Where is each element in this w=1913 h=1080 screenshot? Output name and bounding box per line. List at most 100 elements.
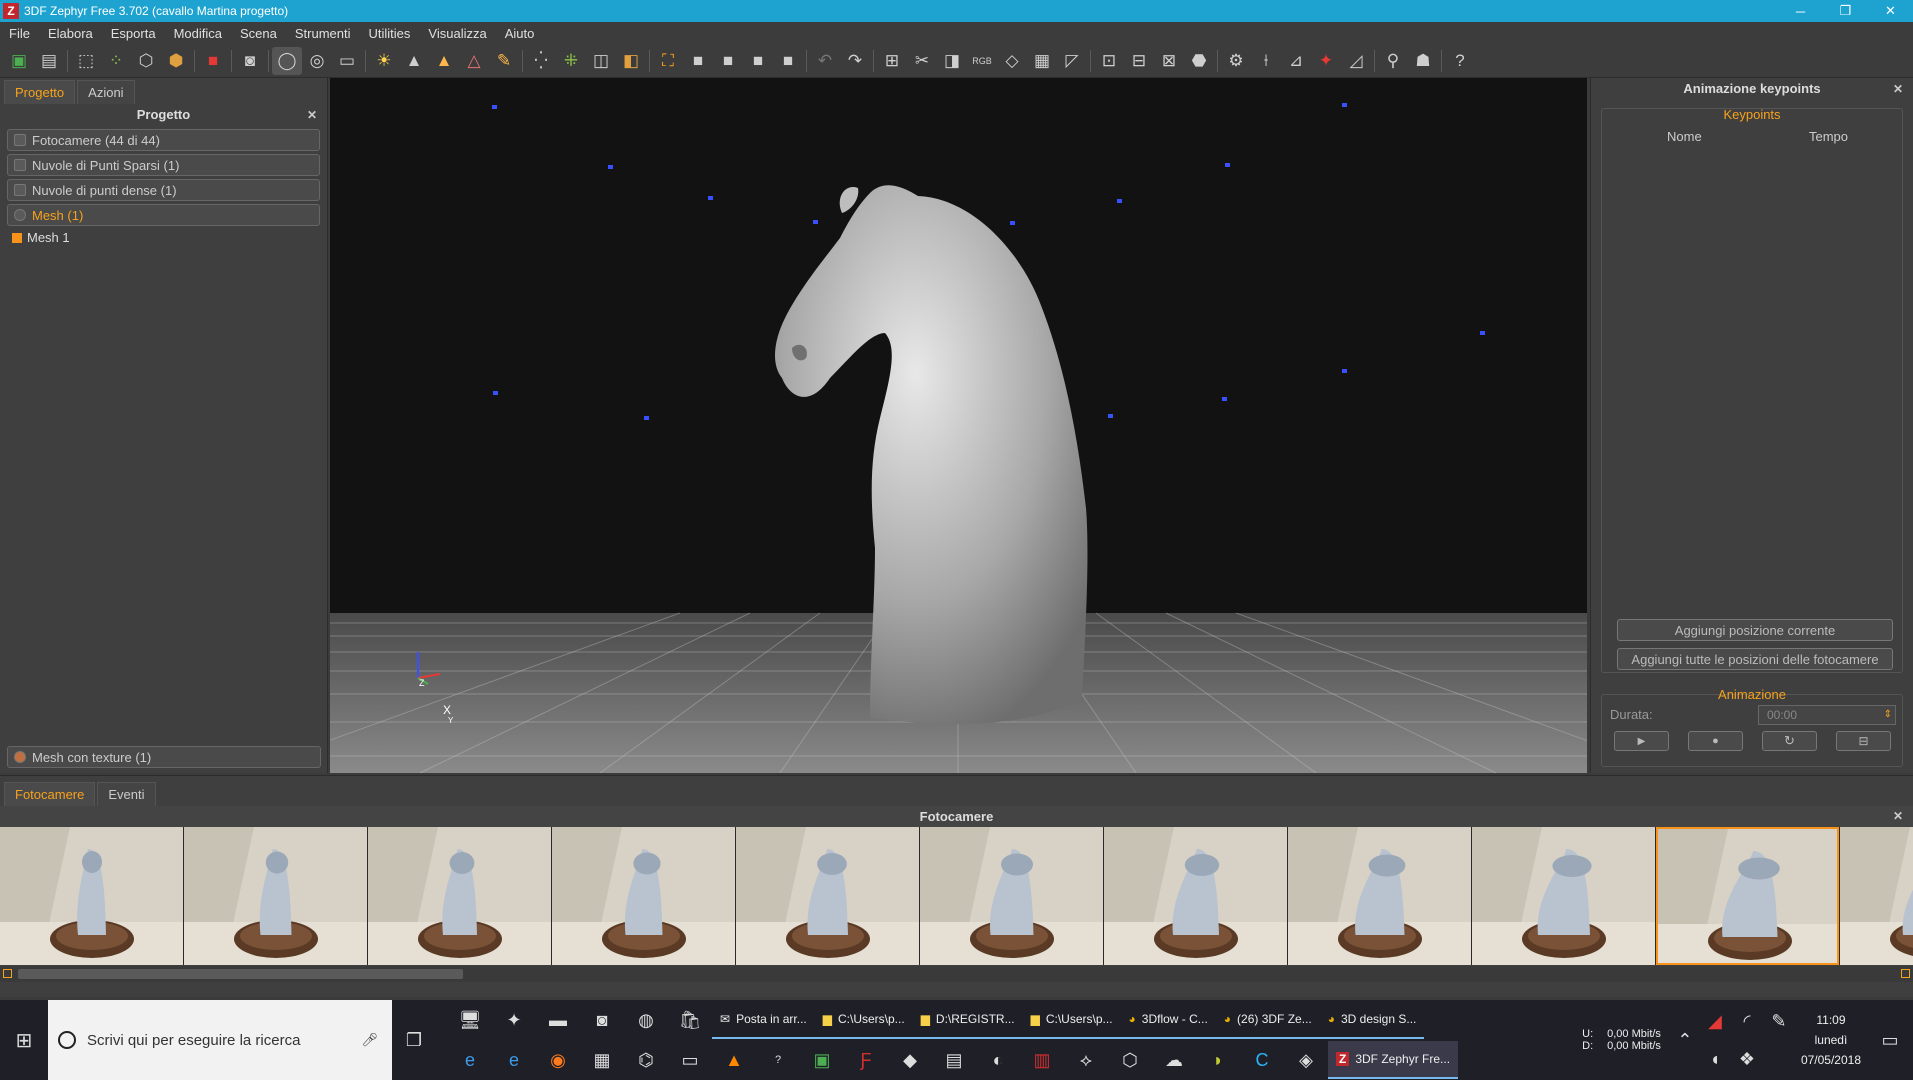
tab-azioni[interactable]: Azioni [77,80,135,104]
redo-icon[interactable]: ↷ [840,47,870,75]
taskbar-app-folder-2[interactable]: ▆ D:\REGISTR... [912,1001,1023,1039]
terminal-icon[interactable]: ▭ [668,1041,712,1079]
scroll-left-icon[interactable] [3,969,12,978]
record-button[interactable]: ● [1688,731,1743,751]
camera-icon[interactable]: ◙ [235,47,265,75]
camera-thumbnail[interactable] [1840,827,1913,965]
taskbar-app-chrome-3[interactable]: ◕ 3D design S... [1319,1001,1425,1039]
obs-icon[interactable]: ◐ [976,1041,1020,1079]
usb-app-icon[interactable]: ▬ [536,1001,580,1039]
tree-sparse-clouds[interactable]: Nuvole di Punti Sparsi (1) [7,154,320,176]
mesh-icon[interactable]: ▲ [399,47,429,75]
chevron-up-icon[interactable]: ⌃ [1671,1021,1699,1059]
menu-scena[interactable]: Scena [231,26,286,41]
spin-icon[interactable]: ⇕ [1884,706,1892,724]
tool-app-icon[interactable]: ✦ [492,1001,536,1039]
volume-icon[interactable]: ◖ [1699,1040,1731,1078]
dense-icon[interactable]: ⁜ [556,47,586,75]
save-icon[interactable]: ▤ [34,47,64,75]
tool13-icon[interactable]: ✦ [1311,47,1341,75]
tool2-icon[interactable]: ✂ [907,47,937,75]
box-icon[interactable]: ◫ [586,47,616,75]
acrobat-tray-icon[interactable]: ◢ [1699,1002,1731,1040]
taskbar-app-folder-1[interactable]: ▆ C:\Users\p... [814,1001,913,1039]
close-icon[interactable]: ✕ [1893,806,1903,827]
play-button[interactable]: ▶ [1614,731,1669,751]
taskbar-app-chrome-2[interactable]: ◕ (26) 3DF Ze... [1215,1001,1320,1039]
3d-viewport[interactable]: Z X Y [330,78,1587,773]
dropbox-icon[interactable]: ❖ [1731,1040,1763,1078]
camera-app-icon[interactable]: ◙ [580,1001,624,1039]
unknown-app-icon[interactable]: ? [756,1041,800,1079]
tool9-icon[interactable]: ⊠ [1154,47,1184,75]
c-app-icon[interactable]: C [1240,1041,1284,1079]
cloud-app-icon[interactable]: ☁ [1152,1041,1196,1079]
clock[interactable]: 11:09 lunedì 07/05/2018 [1801,1010,1861,1070]
camera-thumbnail[interactable] [736,827,919,965]
microphone-icon[interactable]: 🎤︎ [361,1032,378,1048]
taskbar-app-chrome-1[interactable]: ◕ 3Dflow - C... [1120,1001,1216,1039]
points-icon[interactable]: ⁘ [101,47,131,75]
scroll-thumb[interactable] [18,969,463,979]
edge-icon[interactable]: e [492,1041,536,1079]
brush-icon[interactable]: ✎ [489,47,519,75]
firefox-icon[interactable]: ◉ [536,1041,580,1079]
store-app-icon[interactable]: 🛍︎ [668,1001,712,1039]
export-icon[interactable]: ■ [198,47,228,75]
bbox-icon[interactable]: ⛶ [653,47,683,75]
vlc-icon[interactable]: ▲ [712,1041,756,1079]
col-nome[interactable]: Nome [1667,129,1702,144]
thumbnails-scrollbar[interactable] [0,966,1913,982]
mesh-1-item[interactable]: Mesh 1 [12,230,315,245]
satellite-icon[interactable]: ⟡ [1064,1041,1108,1079]
mesh-color-icon[interactable]: ▲ [429,47,459,75]
sparse-icon[interactable]: ⁛ [526,47,556,75]
gamepad-icon[interactable]: ◆ [888,1041,932,1079]
camera-thumbnail[interactable] [920,827,1103,965]
wasd-icon[interactable]: ▭ [332,47,362,75]
tab-eventi[interactable]: Eventi [97,782,156,806]
taskbar-app-folder-3[interactable]: ▆ C:\Users\p... [1022,1001,1121,1039]
close-icon[interactable]: ✕ [307,104,317,126]
camera-thumbnail[interactable] [1288,827,1471,965]
tree-dense-clouds[interactable]: Nuvole di punti dense (1) [7,179,320,201]
menu-elabora[interactable]: Elabora [39,26,102,41]
notifications-icon[interactable]: ▭ [1875,1021,1905,1059]
rgb-icon[interactable]: RGB [967,47,997,75]
light-icon[interactable]: ☀ [369,47,399,75]
camera-thumbnail[interactable] [1656,827,1839,965]
network-app-icon[interactable]: ⌬ [624,1041,668,1079]
filezilla-icon[interactable]: Ƒ [844,1041,888,1079]
menu-aiuto[interactable]: Aiuto [496,26,544,41]
taskbar-search[interactable]: Scrivi qui per eseguire la ricerca 🎤︎ [48,1000,392,1080]
minimize-button[interactable]: ─ [1778,0,1823,22]
rotate-icon[interactable]: ◎ [302,47,332,75]
rect2-icon[interactable]: ■ [713,47,743,75]
taskbar-app-zephyr-active[interactable]: Z 3DF Zephyr Fre... [1328,1041,1459,1079]
desktop-app-icon[interactable]: 🖥︎ [448,1001,492,1039]
tab-progetto[interactable]: Progetto [4,80,76,104]
ruler-icon[interactable]: ⟊ [1251,47,1281,75]
close-button[interactable]: ✕ [1868,0,1913,22]
tool4-icon[interactable]: ◇ [997,47,1027,75]
orbit-icon[interactable]: ◯ [272,46,302,75]
task-view-icon[interactable]: ❐ [392,1000,436,1080]
menu-strumenti[interactable]: Strumenti [286,26,360,41]
menu-visualizza[interactable]: Visualizza [419,26,495,41]
tool3-icon[interactable]: ◨ [937,47,967,75]
camera-thumbnail[interactable] [552,827,735,965]
open-icon[interactable]: ▣ [4,47,34,75]
col-tempo[interactable]: Tempo [1809,129,1848,144]
camera-thumbnail[interactable] [184,827,367,965]
tree-cameras[interactable]: Fotocamere (44 di 44) [7,129,320,151]
undo-icon[interactable]: ↶ [810,47,840,75]
excel-icon[interactable]: ▣ [800,1041,844,1079]
loop-button[interactable]: ↻ [1762,731,1817,751]
menu-file[interactable]: File [0,26,39,41]
video-app-icon[interactable]: ▤ [932,1041,976,1079]
box-app-icon[interactable]: ⬡ [1108,1041,1152,1079]
globe-app-icon[interactable]: ◍ [624,1001,668,1039]
tree-mesh[interactable]: Mesh (1) [7,204,320,226]
menu-modifica[interactable]: Modifica [165,26,231,41]
tool10-icon[interactable]: ⬣ [1184,47,1214,75]
